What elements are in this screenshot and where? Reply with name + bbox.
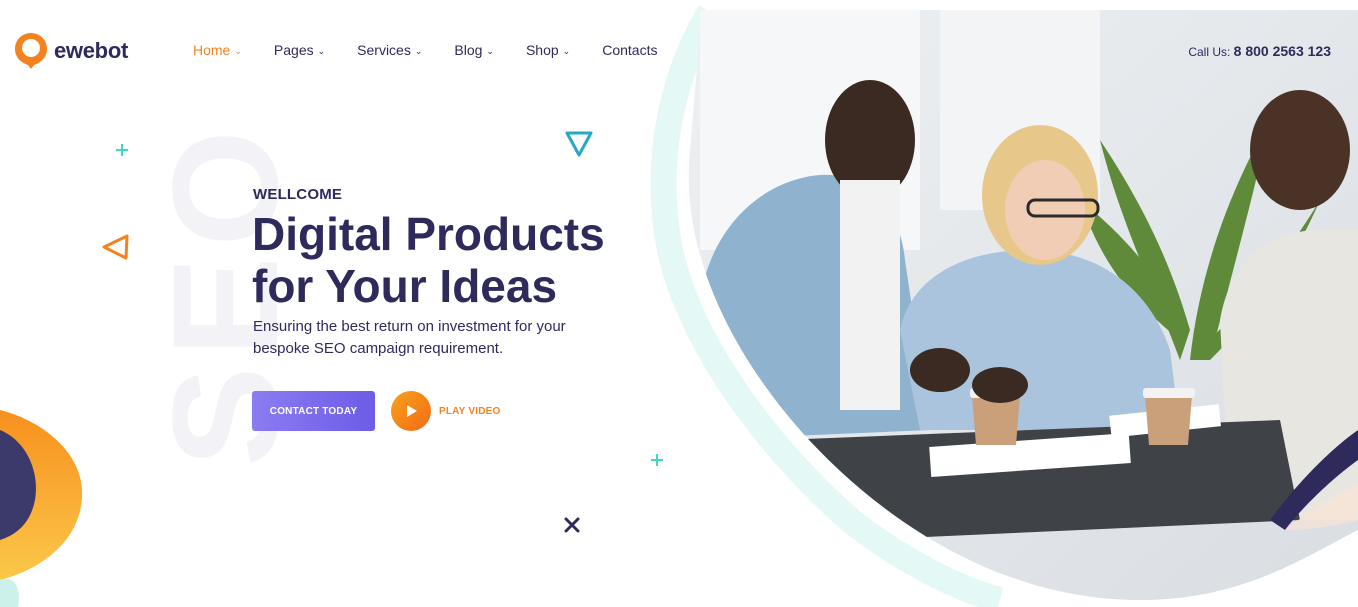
- nav-item-label: Contacts: [602, 42, 658, 58]
- main-nav: Home ⌄ Pages ⌄ Services ⌄ Blog ⌄ Shop ⌄ Conta…: [193, 42, 689, 58]
- logo-mark-icon: [15, 33, 47, 69]
- play-video-button[interactable]: PLAY VIDEO: [391, 391, 500, 431]
- chevron-down-icon: ⌄: [562, 45, 571, 56]
- nav-item-pages[interactable]: Pages ⌄: [274, 42, 325, 58]
- triangle-decor-icon: [565, 131, 593, 157]
- nav-item-services[interactable]: Services ⌄: [357, 42, 422, 58]
- nav-item-label: Home: [193, 42, 231, 58]
- cross-decor-icon: [564, 517, 580, 533]
- phone-number[interactable]: 8 800 2563 123: [1234, 43, 1331, 59]
- chevron-down-icon: ⌄: [234, 45, 242, 56]
- plus-decor-icon: [116, 144, 128, 156]
- nav-item-blog[interactable]: Blog ⌄: [454, 42, 494, 58]
- chevron-down-icon: ⌄: [486, 45, 494, 56]
- brand-logo[interactable]: ewebot: [14, 32, 128, 70]
- hero-title-line1: Digital Products: [252, 208, 605, 260]
- hero-subtitle: Ensuring the best return on investment f…: [253, 318, 566, 357]
- chevron-down-icon: ⌄: [414, 45, 423, 56]
- hero-eyebrow: WELLCOME: [253, 186, 343, 203]
- nav-item-label: Shop: [525, 42, 559, 58]
- nav-item-contacts[interactable]: Contacts: [602, 42, 657, 58]
- hero-title: Digital Products for Your Ideas: [252, 208, 672, 312]
- chevron-down-icon: ⌄: [317, 45, 326, 56]
- nav-item-home[interactable]: Home ⌄: [193, 42, 242, 58]
- nav-item-label: Pages: [273, 42, 314, 58]
- call-us: Call Us: 8 800 2563 123: [1188, 43, 1331, 59]
- brand-name: ewebot: [54, 38, 128, 63]
- nav-item-label: Services: [357, 42, 411, 58]
- plus-decor-icon: [651, 454, 663, 466]
- nav-item-shop[interactable]: Shop ⌄: [526, 42, 570, 58]
- call-us-label: Call Us:: [1188, 45, 1231, 59]
- nav-item-label: Blog: [454, 42, 483, 58]
- hero-title-line2: for Your Ideas: [252, 260, 558, 312]
- triangle-decor-icon: [102, 234, 129, 260]
- contact-today-button[interactable]: CONTACT TODAY: [252, 391, 375, 431]
- play-video-label[interactable]: PLAY VIDEO: [439, 406, 500, 417]
- play-icon[interactable]: [391, 391, 431, 431]
